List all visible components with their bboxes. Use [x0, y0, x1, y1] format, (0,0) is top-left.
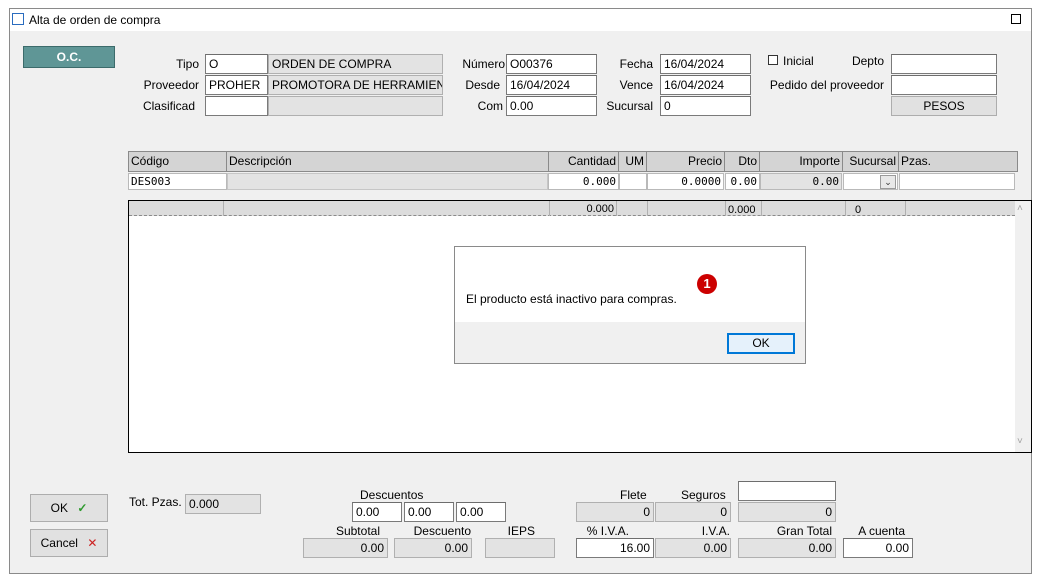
- ieps-label: IEPS: [507, 524, 535, 538]
- gran-total-field: 0.00: [738, 538, 836, 558]
- iva-label: I.V.A.: [701, 524, 730, 538]
- close-icon: ✕: [87, 536, 98, 550]
- chevron-down-icon[interactable]: ⌄: [880, 175, 896, 189]
- col-descripcion-header: Descripción: [226, 151, 549, 172]
- checkmark-icon: ✓: [77, 501, 88, 515]
- title-bar: [10, 9, 1031, 31]
- pedido-proveedor-field[interactable]: [891, 75, 997, 95]
- desde-field[interactable]: 16/04/2024: [506, 75, 597, 95]
- sucursal-field[interactable]: 0: [660, 96, 751, 116]
- flete-label: Flete: [620, 488, 647, 502]
- seguros-field: 0: [655, 502, 731, 522]
- clasificad-code-field[interactable]: [205, 96, 268, 116]
- descuento-2-field[interactable]: 0.00: [404, 502, 454, 522]
- clasificad-label: Clasificad: [142, 99, 195, 113]
- entry-dto-field[interactable]: 0.00: [725, 173, 760, 190]
- tot-pzas-label: Tot. Pzas.: [129, 495, 182, 509]
- tipo-label: Tipo: [176, 57, 199, 71]
- fecha-label: Fecha: [619, 57, 653, 71]
- dialog-message: El producto está inactivo para compras.: [466, 292, 677, 306]
- descuentos-label: Descuentos: [360, 488, 424, 502]
- col-pzas-header: Pzas.: [898, 151, 1018, 172]
- com-field[interactable]: 0.00: [506, 96, 597, 116]
- total-cantidad: 0.000: [586, 203, 614, 215]
- maximize-button[interactable]: [1011, 14, 1021, 24]
- a-cuenta-label: A cuenta: [858, 524, 905, 538]
- dialog-ok-button[interactable]: OK: [727, 333, 795, 354]
- clasificad-description: [268, 96, 443, 116]
- tipo-description: ORDEN DE COMPRA: [268, 54, 443, 74]
- col-um-header: UM: [618, 151, 647, 172]
- entry-pzas-field[interactable]: [899, 173, 1015, 190]
- col-cantidad-header: Cantidad: [548, 151, 619, 172]
- seguros-label: Seguros: [681, 488, 726, 502]
- moneda-button[interactable]: PESOS: [891, 96, 997, 116]
- col-codigo-header: Código: [128, 151, 227, 172]
- scroll-down-icon[interactable]: ˅: [1017, 436, 1023, 447]
- iva-percent-label: % I.V.A.: [586, 524, 629, 538]
- ieps-field: [485, 538, 555, 558]
- descuento-field: 0.00: [394, 538, 472, 558]
- oc-tab-button[interactable]: O.C.: [23, 46, 115, 68]
- vence-label: Vence: [619, 78, 653, 92]
- desde-label: Desde: [465, 78, 500, 92]
- flete-field: 0: [576, 502, 654, 522]
- depto-label: Depto: [851, 54, 884, 68]
- col-importe-header: Importe: [759, 151, 843, 172]
- descuento-3-field[interactable]: 0.00: [456, 502, 506, 522]
- proveedor-label: Proveedor: [143, 78, 199, 92]
- entry-descripcion-field: [227, 173, 548, 190]
- numero-field[interactable]: O00376: [506, 54, 597, 74]
- scroll-up-icon[interactable]: ˄: [1017, 203, 1023, 214]
- depto-field[interactable]: [891, 54, 997, 74]
- subtotal-field: 0.00: [303, 538, 388, 558]
- descuento-1-field[interactable]: 0.00: [352, 502, 402, 522]
- inicial-label: Inicial: [783, 54, 814, 68]
- annotation-badge: 1: [697, 274, 717, 294]
- cancel-button[interactable]: Cancel ✕: [30, 529, 108, 557]
- inicial-checkbox[interactable]: [768, 55, 778, 65]
- col-dto-header: Dto: [724, 151, 760, 172]
- gran-total-label: Gran Total: [776, 524, 832, 538]
- seguros-total-field: 0: [738, 502, 836, 522]
- sucursal-label: Sucursal: [606, 99, 653, 113]
- entry-importe-field: 0.00: [760, 173, 842, 190]
- total-sucursal: 0: [855, 204, 862, 216]
- ok-button-label: OK: [50, 501, 68, 515]
- entry-precio-field[interactable]: 0.0000: [647, 173, 724, 190]
- com-label: Com: [477, 99, 503, 113]
- entry-um-field[interactable]: [619, 173, 647, 190]
- tipo-code-field[interactable]: O: [205, 54, 268, 74]
- a-cuenta-field[interactable]: 0.00: [843, 538, 913, 558]
- iva-percent-field[interactable]: 16.00: [576, 538, 654, 558]
- tot-pzas-field: 0.000: [185, 494, 261, 514]
- grid-scrollbar[interactable]: [1015, 201, 1031, 452]
- numero-label: Número: [462, 57, 505, 71]
- iva-field: 0.00: [655, 538, 731, 558]
- vence-field[interactable]: 16/04/2024: [660, 75, 751, 95]
- entry-cantidad-field[interactable]: 0.000: [548, 173, 619, 190]
- total-dto: 0.000: [728, 204, 756, 216]
- col-precio-header: Precio: [646, 151, 725, 172]
- window-icon: [12, 13, 24, 25]
- fecha-field[interactable]: 16/04/2024: [660, 54, 751, 74]
- descuento-label: Descuento: [413, 524, 471, 538]
- entry-codigo-field[interactable]: DES003: [128, 173, 227, 190]
- proveedor-description: PROMOTORA DE HERRAMIENTAS: [268, 75, 443, 95]
- proveedor-code-field[interactable]: PROHER: [205, 75, 268, 95]
- pedido-proveedor-label: Pedido del proveedor: [769, 78, 884, 92]
- ok-button[interactable]: OK ✓: [30, 494, 108, 522]
- cancel-button-label: Cancel: [40, 536, 78, 550]
- subtotal-label: Subtotal: [335, 524, 380, 538]
- window-title: Alta de orden de compra: [29, 13, 161, 27]
- col-sucursal-header: Sucursal: [842, 151, 899, 172]
- seguros-extra-field[interactable]: [738, 481, 836, 501]
